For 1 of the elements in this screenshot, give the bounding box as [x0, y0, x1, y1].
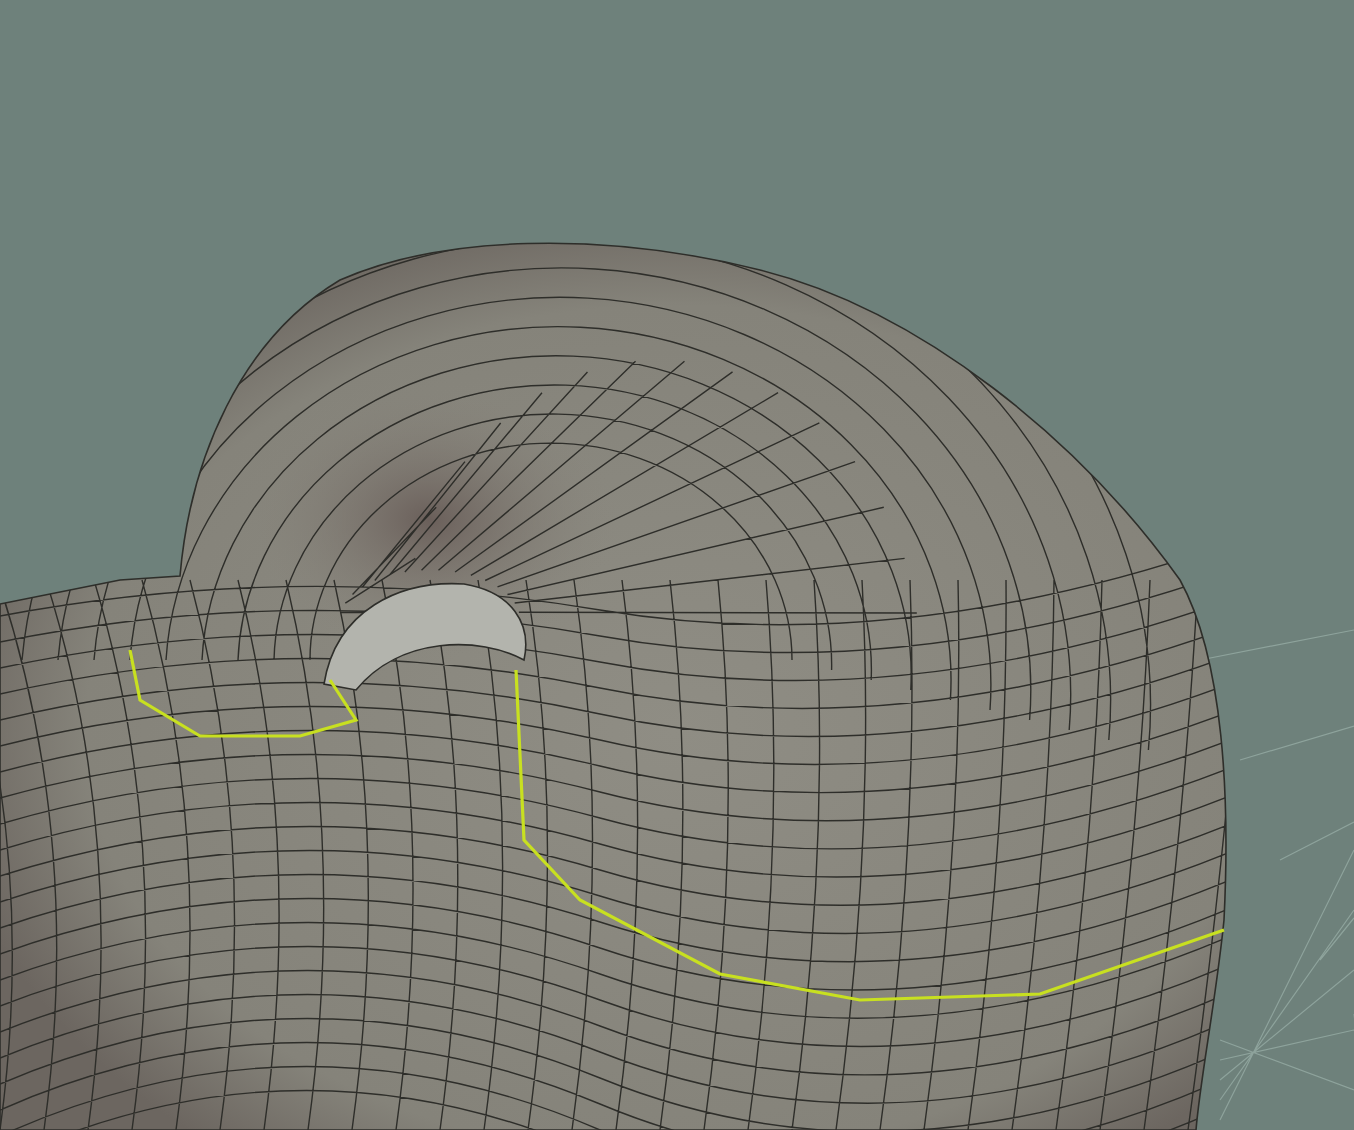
mesh-drawing[interactable] — [0, 242, 1227, 1130]
